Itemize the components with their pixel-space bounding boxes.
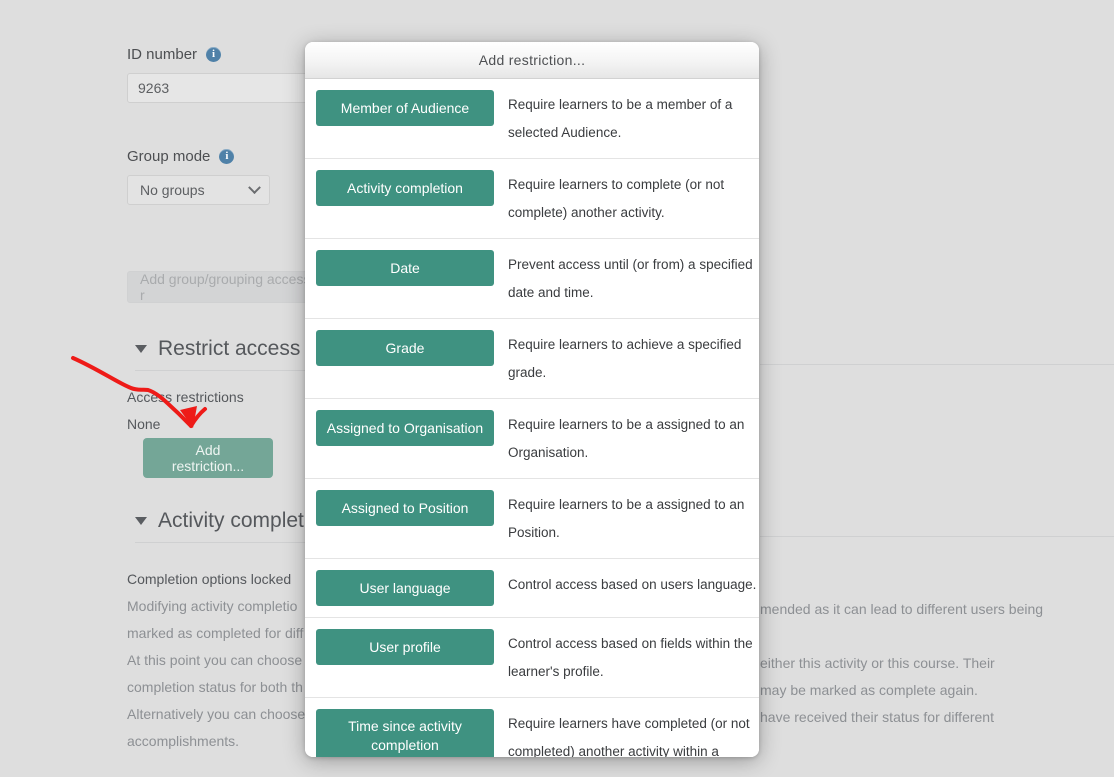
- add-restriction-button[interactable]: Add restriction...: [143, 438, 273, 478]
- restrict-access-heading-text: Restrict access: [158, 337, 301, 360]
- restriction-description: Require learners to be a assigned to an …: [508, 417, 745, 460]
- completion-paragraph-line: completion status for both th: [127, 679, 303, 695]
- restriction-description: Require learners have completed (or not …: [508, 716, 750, 757]
- caret-down-icon: [135, 517, 147, 525]
- section-divider-right: [760, 536, 1114, 537]
- restriction-type-button[interactable]: Member of Audience: [316, 90, 494, 126]
- restriction-type-button[interactable]: Assigned to Organisation: [316, 410, 494, 446]
- group-mode-selected-value: No groups: [140, 182, 205, 198]
- restriction-description: Require learners to be a member of a sel…: [508, 97, 733, 140]
- restriction-description: Require learners to be a assigned to an …: [508, 497, 745, 540]
- restriction-row: User profile Control access based on fiel…: [305, 618, 759, 698]
- id-number-value: 9263: [138, 80, 170, 96]
- restriction-list: Member of Audience Require learners to be…: [305, 79, 759, 757]
- restriction-row: Activity completion Require learners to c…: [305, 159, 759, 239]
- completion-paragraph-line: Modifying activity completio: [127, 598, 298, 614]
- access-restrictions-value: None: [127, 416, 161, 432]
- group-mode-field-group: Group mode i No groups: [127, 148, 270, 205]
- restriction-type-button[interactable]: Date: [316, 250, 494, 286]
- caret-down-icon: [135, 345, 147, 353]
- screen: ID number i 9263 Group mode i No groups …: [0, 0, 1114, 777]
- restriction-type-button[interactable]: Activity completion: [316, 170, 494, 206]
- id-number-label-text: ID number: [127, 46, 198, 63]
- completion-paragraph-line: At this point you can choose t: [127, 652, 310, 668]
- restriction-row: Time since activity completion Require le…: [305, 698, 759, 757]
- add-group-grouping-access-label: Add group/grouping access r: [140, 271, 311, 303]
- group-mode-label-text: Group mode: [127, 148, 211, 165]
- completion-paragraph-line: marked as completed for diff: [127, 625, 304, 641]
- restriction-row: User language Control access based on use…: [305, 559, 759, 618]
- completion-right-fragment: may be marked as complete again.: [760, 682, 978, 698]
- completion-options-locked-title: Completion options locked: [127, 571, 292, 587]
- restriction-row: Assigned to Organisation Require learners…: [305, 399, 759, 479]
- add-group-grouping-access-button[interactable]: Add group/grouping access r: [127, 271, 327, 303]
- info-icon[interactable]: i: [206, 47, 222, 62]
- restriction-description: Require learners to complete (or not com…: [508, 177, 725, 220]
- section-divider-right: [760, 364, 1114, 365]
- add-restriction-modal: Add restriction... Member of Audience Req…: [305, 42, 759, 757]
- chevron-down-icon: [248, 180, 261, 194]
- completion-right-fragment: have received their status for different: [760, 709, 994, 725]
- group-mode-select[interactable]: No groups: [127, 175, 270, 205]
- restriction-type-button[interactable]: Assigned to Position: [316, 490, 494, 526]
- access-restrictions-label: Access restrictions: [127, 389, 244, 405]
- restriction-row: Assigned to Position Require learners to …: [305, 479, 759, 559]
- modal-title: Add restriction...: [478, 52, 586, 68]
- completion-paragraph-line: accomplishments.: [127, 733, 240, 749]
- restriction-description: Require learners to achieve a specified …: [508, 337, 742, 380]
- completion-right-fragment: mended as it can lead to different users…: [760, 601, 1044, 617]
- restriction-type-button[interactable]: User profile: [316, 629, 494, 665]
- restriction-row: Grade Require learners to achieve a speci…: [305, 319, 759, 399]
- completion-locked-block: Completion options locked Modifying acti…: [127, 566, 327, 755]
- restriction-row: Member of Audience Require learners to be…: [305, 79, 759, 159]
- info-icon[interactable]: i: [219, 149, 235, 164]
- completion-right-fragment: either this activity or this course. The…: [760, 655, 995, 671]
- restriction-description: Prevent access until (or from) a specifi…: [508, 257, 753, 300]
- completion-paragraph-line: Alternatively you can choose: [127, 706, 306, 722]
- restriction-type-button[interactable]: Grade: [316, 330, 494, 366]
- restriction-description: Control access based on fields within th…: [508, 636, 753, 679]
- restriction-type-button[interactable]: Time since activity completion: [316, 709, 494, 757]
- activity-completion-heading-text: Activity completio: [158, 509, 321, 532]
- modal-title-bar: Add restriction...: [305, 42, 759, 79]
- restriction-type-button[interactable]: User language: [316, 570, 494, 606]
- restriction-row: Date Prevent access until (or from) a spe…: [305, 239, 759, 319]
- restriction-description: Control access based on users language.: [508, 577, 757, 592]
- group-mode-label: Group mode i: [127, 148, 270, 165]
